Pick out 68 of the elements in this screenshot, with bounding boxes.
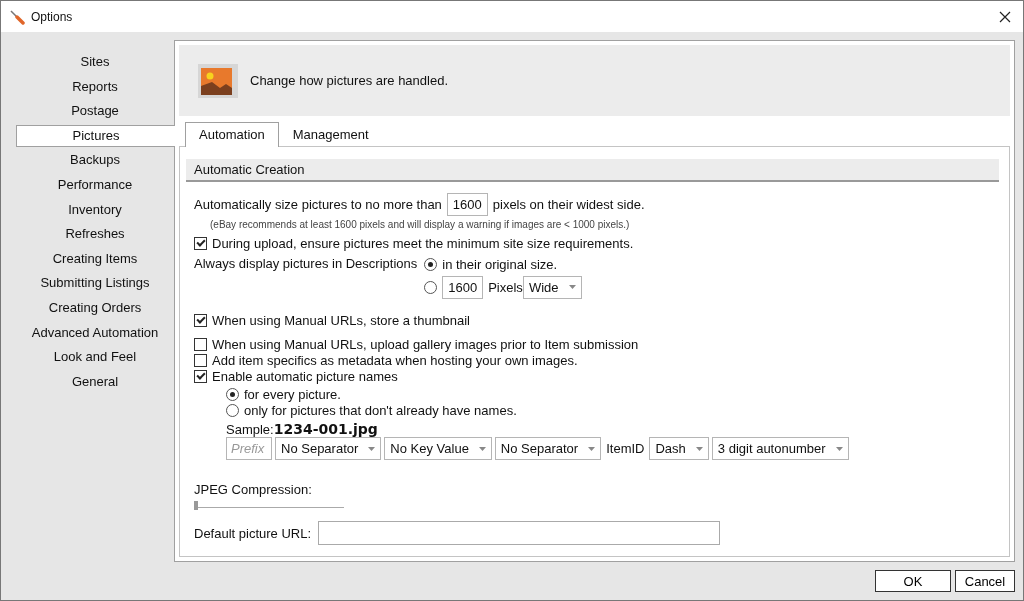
checkbox[interactable] — [194, 313, 207, 327]
checkbox[interactable] — [194, 353, 207, 367]
size-limit-suffix: pixels on their widest side. — [492, 197, 645, 212]
checkbox[interactable] — [194, 369, 207, 383]
picture-icon — [198, 63, 238, 98]
checkbox-label: Add item specifics as metadata when hosting your own images. — [212, 352, 578, 368]
sidebar-item[interactable]: Creating Items — [16, 247, 174, 270]
caret-icon — [568, 285, 576, 289]
checkbox-label: Enable automatic picture names — [212, 368, 398, 384]
size-limit-label: Automatically size pictures to no more than — [194, 197, 442, 212]
sidebar-item[interactable]: Submitting Listings — [16, 272, 174, 295]
prefix-field[interactable]: Prefix — [226, 437, 272, 460]
dropdown[interactable]: No Separator — [275, 437, 382, 460]
sidebar-item[interactable]: Reports — [16, 75, 174, 98]
screwdriver-icon — [9, 8, 25, 25]
checkbox-label: When using Manual URLs, store a thumbnail — [212, 312, 470, 328]
window-title: Options — [31, 9, 74, 24]
sidebar-item[interactable]: Postage — [16, 100, 174, 123]
size-limit-field[interactable]: 1600 — [446, 193, 488, 216]
part-label: ItemID — [606, 441, 645, 456]
sidebar-item[interactable]: Look and Feel — [16, 346, 174, 369]
close-icon[interactable] — [999, 10, 1011, 23]
checkbox[interactable] — [194, 236, 207, 250]
dropdown[interactable]: No Key Value — [384, 437, 492, 460]
dropdown[interactable]: Wide — [522, 275, 582, 299]
tab[interactable]: Management — [278, 122, 383, 146]
caret-icon — [478, 446, 486, 451]
radio-button[interactable] — [424, 257, 438, 271]
sidebar-item[interactable]: Advanced Automation — [16, 321, 174, 344]
caret-icon — [368, 446, 376, 451]
url-label: Default picture URL: — [194, 525, 312, 541]
caret-icon — [588, 446, 596, 451]
slider-thumb[interactable] — [194, 501, 198, 510]
checkbox-label: During upload, ensure pictures meet the minimum site size requirements. — [212, 235, 634, 251]
sidebar-item[interactable]: Inventory — [16, 198, 174, 221]
ok-button[interactable]: OK — [875, 570, 951, 592]
dropdown[interactable]: No Separator — [494, 437, 602, 460]
sidebar-item[interactable]: Backups — [16, 149, 174, 172]
caret-icon — [835, 446, 843, 451]
dropdown[interactable]: 3 digit autonumber — [711, 437, 849, 460]
sidebar-item[interactable]: Performance — [16, 173, 174, 196]
header-text: Change how pictures are handled. — [250, 73, 449, 88]
sample-filename: 1234-001.jpg — [273, 421, 378, 437]
unit-label: Pixels — [488, 279, 523, 295]
sidebar-item[interactable]: Pictures — [16, 124, 175, 147]
section-header: Automatic Creation — [186, 159, 999, 182]
sidebar-item[interactable]: Creating Orders — [16, 296, 174, 319]
checkbox-label: When using Manual URLs, upload gallery images prior to Item submission — [212, 336, 639, 352]
sidebar-item[interactable]: Refreshes — [16, 223, 174, 246]
radio-button[interactable] — [226, 387, 239, 401]
radio-label: only for pictures that don't already have names. — [244, 402, 517, 418]
radio-label: for every picture. — [244, 386, 341, 402]
sidebar-item[interactable]: General — [16, 370, 174, 393]
cancel-button[interactable]: Cancel — [955, 570, 1015, 592]
dropdown[interactable]: Dash — [649, 437, 709, 460]
jpeg-label: JPEG Compression: — [194, 482, 313, 497]
display-label: Always display pictures in Descriptions — [194, 256, 418, 273]
radio-button[interactable] — [424, 280, 438, 294]
caret-icon — [695, 446, 703, 451]
radio-label: in their original size. — [442, 256, 558, 272]
checkbox[interactable] — [194, 337, 207, 351]
sample-label: Sample: — [226, 422, 274, 437]
sidebar-item[interactable]: Sites — [16, 51, 174, 73]
radio-button[interactable] — [226, 403, 239, 417]
size-note: (eBay recommends at least 1600 pixels and will display a warning if images are < 1000 pixels.) — [210, 219, 631, 230]
width-field[interactable]: 1600 — [442, 275, 484, 299]
tab[interactable]: Automation — [185, 122, 279, 147]
url-field[interactable] — [318, 521, 721, 545]
